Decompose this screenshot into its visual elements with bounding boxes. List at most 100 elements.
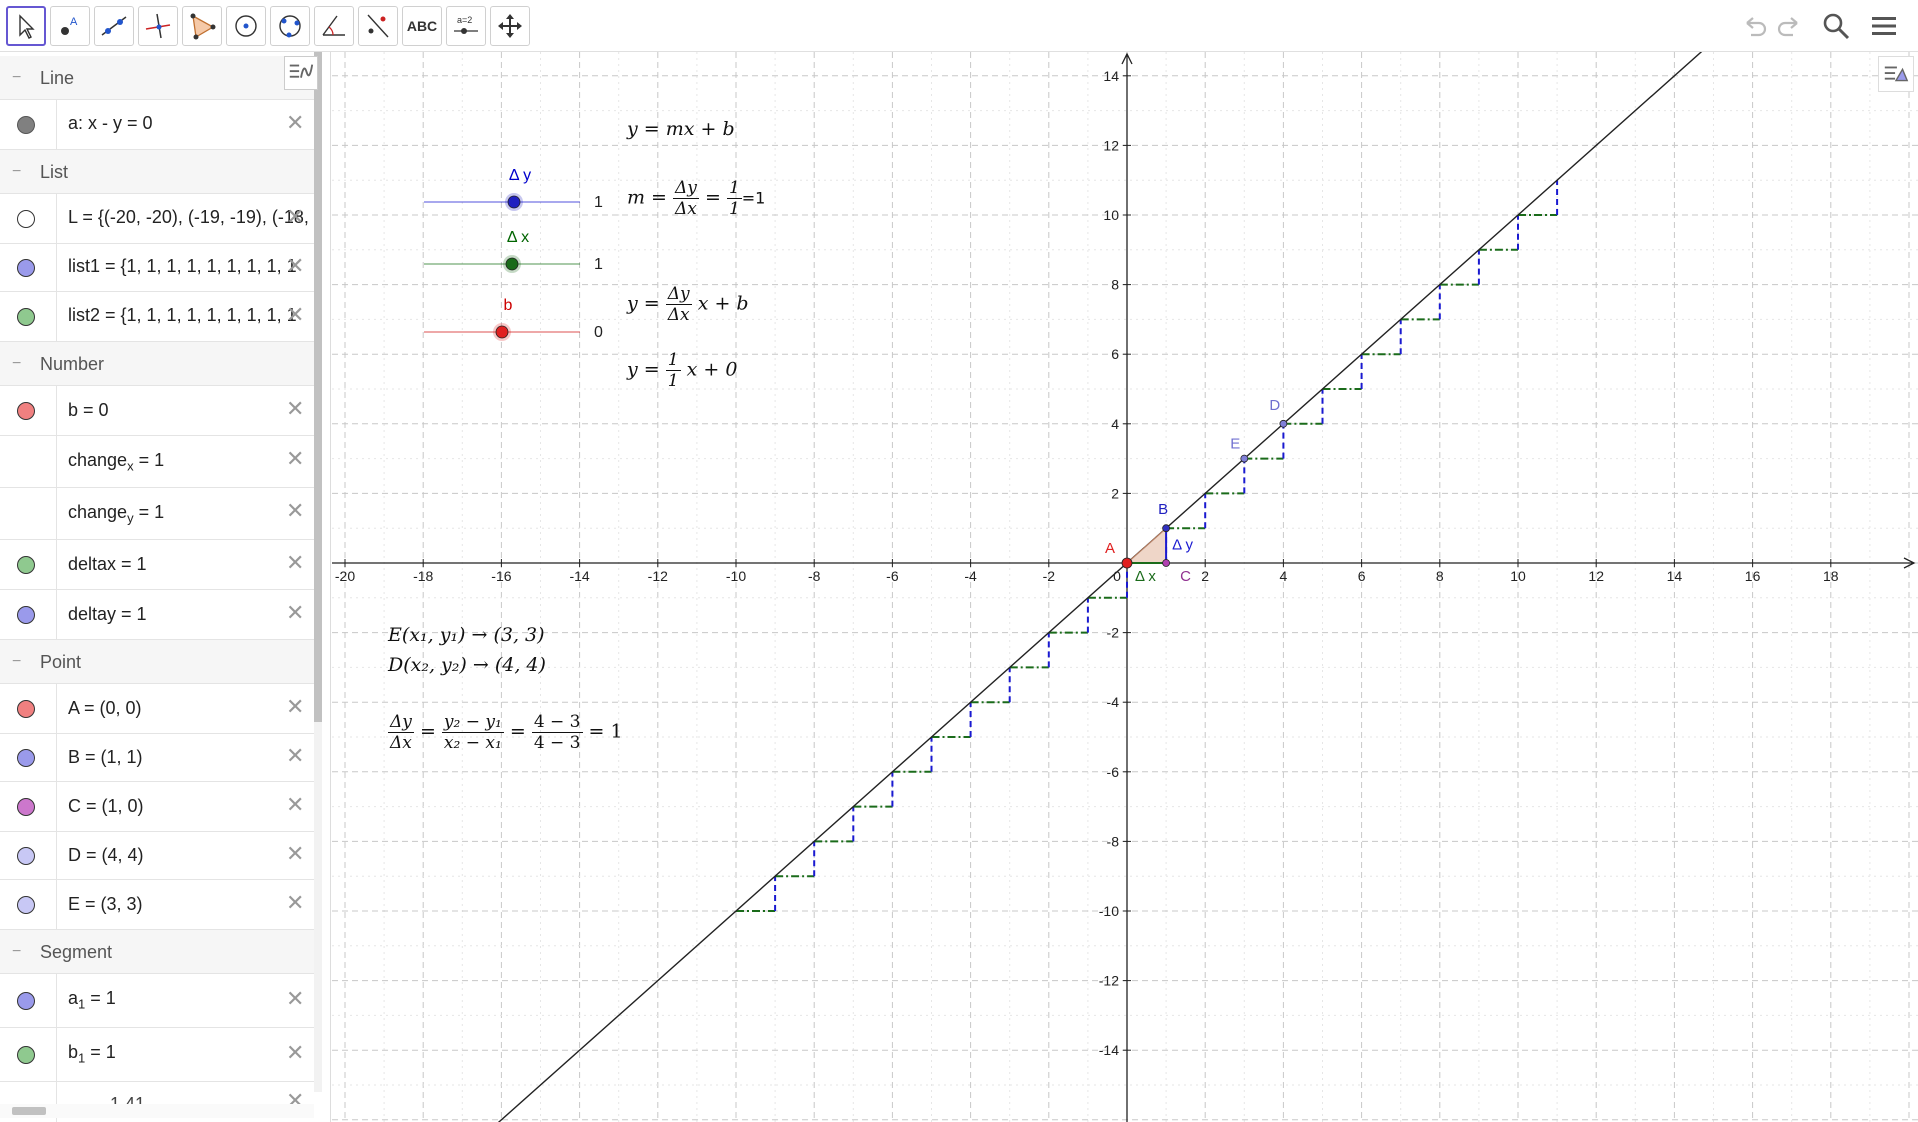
algebra-settings-button[interactable] bbox=[284, 56, 318, 90]
algebra-item-a1[interactable]: a1 = 1 ✕ bbox=[0, 974, 314, 1028]
collapse-icon[interactable]: − bbox=[12, 943, 21, 961]
visibility-toggle[interactable] bbox=[17, 1046, 35, 1064]
category-list[interactable]: − List bbox=[0, 150, 314, 194]
algebra-item-b[interactable]: b = 0 ✕ bbox=[0, 386, 314, 436]
algebra-item-line-a[interactable]: a: x - y = 0 ✕ bbox=[0, 100, 314, 150]
algebra-horizontal-scrollbar[interactable] bbox=[0, 1104, 314, 1118]
visibility-toggle[interactable] bbox=[17, 749, 35, 767]
coordinate-plane[interactable]: -20 -18 -16 -14 -12 -10 -8 -6 -4 -2 0 2 4 6 8 10 12 14 16 1… bbox=[332, 52, 1918, 1122]
move-tool-button[interactable] bbox=[6, 6, 46, 46]
delete-icon[interactable]: ✕ bbox=[286, 743, 304, 769]
slider-knob-dy[interactable] bbox=[507, 195, 521, 209]
delete-icon[interactable]: ✕ bbox=[286, 841, 304, 867]
algebra-item-deltax[interactable]: deltax = 1 ✕ bbox=[0, 540, 314, 590]
delete-icon[interactable]: ✕ bbox=[286, 302, 304, 328]
move-graphics-tool-button[interactable] bbox=[490, 6, 530, 46]
line-tool-button[interactable] bbox=[94, 6, 134, 46]
main-menu-button[interactable] bbox=[1866, 8, 1902, 44]
algebra-expression[interactable]: A = (0, 0) bbox=[68, 698, 314, 719]
collapse-icon[interactable]: − bbox=[12, 355, 21, 373]
algebra-item-A[interactable]: A = (0, 0) ✕ bbox=[0, 684, 314, 734]
algebra-item-b1[interactable]: b1 = 1 ✕ bbox=[0, 1028, 314, 1082]
algebra-expression[interactable]: B = (1, 1) bbox=[68, 747, 314, 768]
category-segment[interactable]: − Segment bbox=[0, 930, 314, 974]
delete-icon[interactable]: ✕ bbox=[286, 110, 304, 136]
algebra-expression[interactable]: C = (1, 0) bbox=[68, 796, 314, 817]
algebra-item-deltay[interactable]: deltay = 1 ✕ bbox=[0, 590, 314, 640]
slider-tool-button[interactable]: a=2 bbox=[446, 6, 486, 46]
undo-button[interactable] bbox=[1736, 8, 1772, 44]
visibility-toggle[interactable] bbox=[17, 992, 35, 1010]
polygon-tool-button[interactable] bbox=[182, 6, 222, 46]
graphics-style-bar-button[interactable] bbox=[1878, 56, 1914, 92]
delete-icon[interactable]: ✕ bbox=[286, 498, 304, 524]
visibility-toggle[interactable] bbox=[17, 308, 35, 326]
text-tool-button[interactable]: ABC bbox=[402, 6, 442, 46]
delete-icon[interactable]: ✕ bbox=[286, 986, 304, 1012]
graphics-view[interactable]: -20 -18 -16 -14 -12 -10 -8 -6 -4 -2 0 2 4 6 8 10 12 14 16 1… bbox=[332, 52, 1918, 1122]
visibility-toggle[interactable] bbox=[17, 259, 35, 277]
points[interactable]: A B C D E Δ x Δ y bbox=[1105, 397, 1288, 585]
scrollbar-thumb[interactable] bbox=[314, 52, 322, 722]
delete-icon[interactable]: ✕ bbox=[286, 792, 304, 818]
visibility-toggle[interactable] bbox=[17, 116, 35, 134]
delete-icon[interactable]: ✕ bbox=[286, 694, 304, 720]
collapse-icon[interactable]: − bbox=[12, 69, 21, 87]
conic-tool-button[interactable] bbox=[270, 6, 310, 46]
point-B[interactable] bbox=[1162, 524, 1170, 533]
category-line[interactable]: − Line bbox=[0, 56, 314, 100]
point-C[interactable] bbox=[1162, 559, 1170, 567]
delete-icon[interactable]: ✕ bbox=[286, 446, 304, 472]
perpendicular-tool-button[interactable] bbox=[138, 6, 178, 46]
search-button[interactable] bbox=[1818, 8, 1854, 44]
visibility-toggle[interactable] bbox=[17, 798, 35, 816]
visibility-toggle[interactable] bbox=[17, 402, 35, 420]
point-E[interactable] bbox=[1240, 454, 1249, 463]
category-point[interactable]: − Point bbox=[0, 640, 314, 684]
reflect-tool-button[interactable] bbox=[358, 6, 398, 46]
delete-icon[interactable]: ✕ bbox=[286, 1040, 304, 1066]
algebra-expression[interactable]: b = 0 bbox=[68, 400, 314, 421]
delete-icon[interactable]: ✕ bbox=[286, 600, 304, 626]
point-D[interactable] bbox=[1279, 419, 1288, 428]
visibility-toggle[interactable] bbox=[17, 700, 35, 718]
visibility-toggle[interactable] bbox=[17, 210, 35, 228]
algebra-item-change-x[interactable]: changex = 1 ✕ bbox=[0, 436, 314, 488]
circle-tool-button[interactable] bbox=[226, 6, 266, 46]
algebra-item-change-y[interactable]: changey = 1 ✕ bbox=[0, 488, 314, 540]
algebra-expression[interactable]: b1 = 1 bbox=[68, 1042, 314, 1066]
algebra-expression[interactable]: L = {(-20, -20), (-19, -19), (-18, -18) bbox=[68, 207, 314, 228]
point-A[interactable] bbox=[1121, 557, 1133, 569]
visibility-toggle[interactable] bbox=[17, 847, 35, 865]
category-number[interactable]: − Number bbox=[0, 342, 314, 386]
delete-icon[interactable]: ✕ bbox=[286, 204, 304, 230]
visibility-toggle[interactable] bbox=[17, 556, 35, 574]
visibility-toggle[interactable] bbox=[17, 896, 35, 914]
algebra-expression[interactable]: changey = 1 bbox=[68, 502, 314, 526]
algebra-expression[interactable]: deltax = 1 bbox=[68, 554, 314, 575]
point-tool-button[interactable]: A bbox=[50, 6, 90, 46]
algebra-item-C[interactable]: C = (1, 0) ✕ bbox=[0, 782, 314, 832]
algebra-item-E[interactable]: E = (3, 3) ✕ bbox=[0, 880, 314, 930]
algebra-expression[interactable]: D = (4, 4) bbox=[68, 845, 314, 866]
algebra-item-B[interactable]: B = (1, 1) ✕ bbox=[0, 734, 314, 782]
algebra-item-list2[interactable]: list2 = {1, 1, 1, 1, 1, 1, 1, 1, 1 ✕ bbox=[0, 292, 314, 342]
algebra-item-list-L[interactable]: L = {(-20, -20), (-19, -19), (-18, -18) … bbox=[0, 194, 314, 244]
delete-icon[interactable]: ✕ bbox=[286, 396, 304, 422]
algebra-expression[interactable]: a: x - y = 0 bbox=[68, 113, 314, 134]
delete-icon[interactable]: ✕ bbox=[286, 890, 304, 916]
algebra-item-list1[interactable]: list1 = {1, 1, 1, 1, 1, 1, 1, 1, 1 ✕ bbox=[0, 244, 314, 292]
slider-knob-dx[interactable] bbox=[505, 257, 519, 271]
angle-tool-button[interactable] bbox=[314, 6, 354, 46]
collapse-icon[interactable]: − bbox=[12, 653, 21, 671]
visibility-toggle[interactable] bbox=[17, 606, 35, 624]
delete-icon[interactable]: ✕ bbox=[286, 253, 304, 279]
algebra-expression[interactable]: a1 = 1 bbox=[68, 988, 314, 1012]
scrollbar-thumb[interactable] bbox=[12, 1107, 46, 1115]
sliders[interactable]: Δ y 1 Δ x 1 b 0 bbox=[424, 167, 603, 341]
algebra-item-D[interactable]: D = (4, 4) ✕ bbox=[0, 832, 314, 880]
algebra-expression[interactable]: E = (3, 3) bbox=[68, 894, 314, 915]
delete-icon[interactable]: ✕ bbox=[286, 550, 304, 576]
algebra-expression[interactable]: changex = 1 bbox=[68, 450, 314, 474]
algebra-expression[interactable]: list1 = {1, 1, 1, 1, 1, 1, 1, 1, 1 bbox=[68, 256, 314, 277]
